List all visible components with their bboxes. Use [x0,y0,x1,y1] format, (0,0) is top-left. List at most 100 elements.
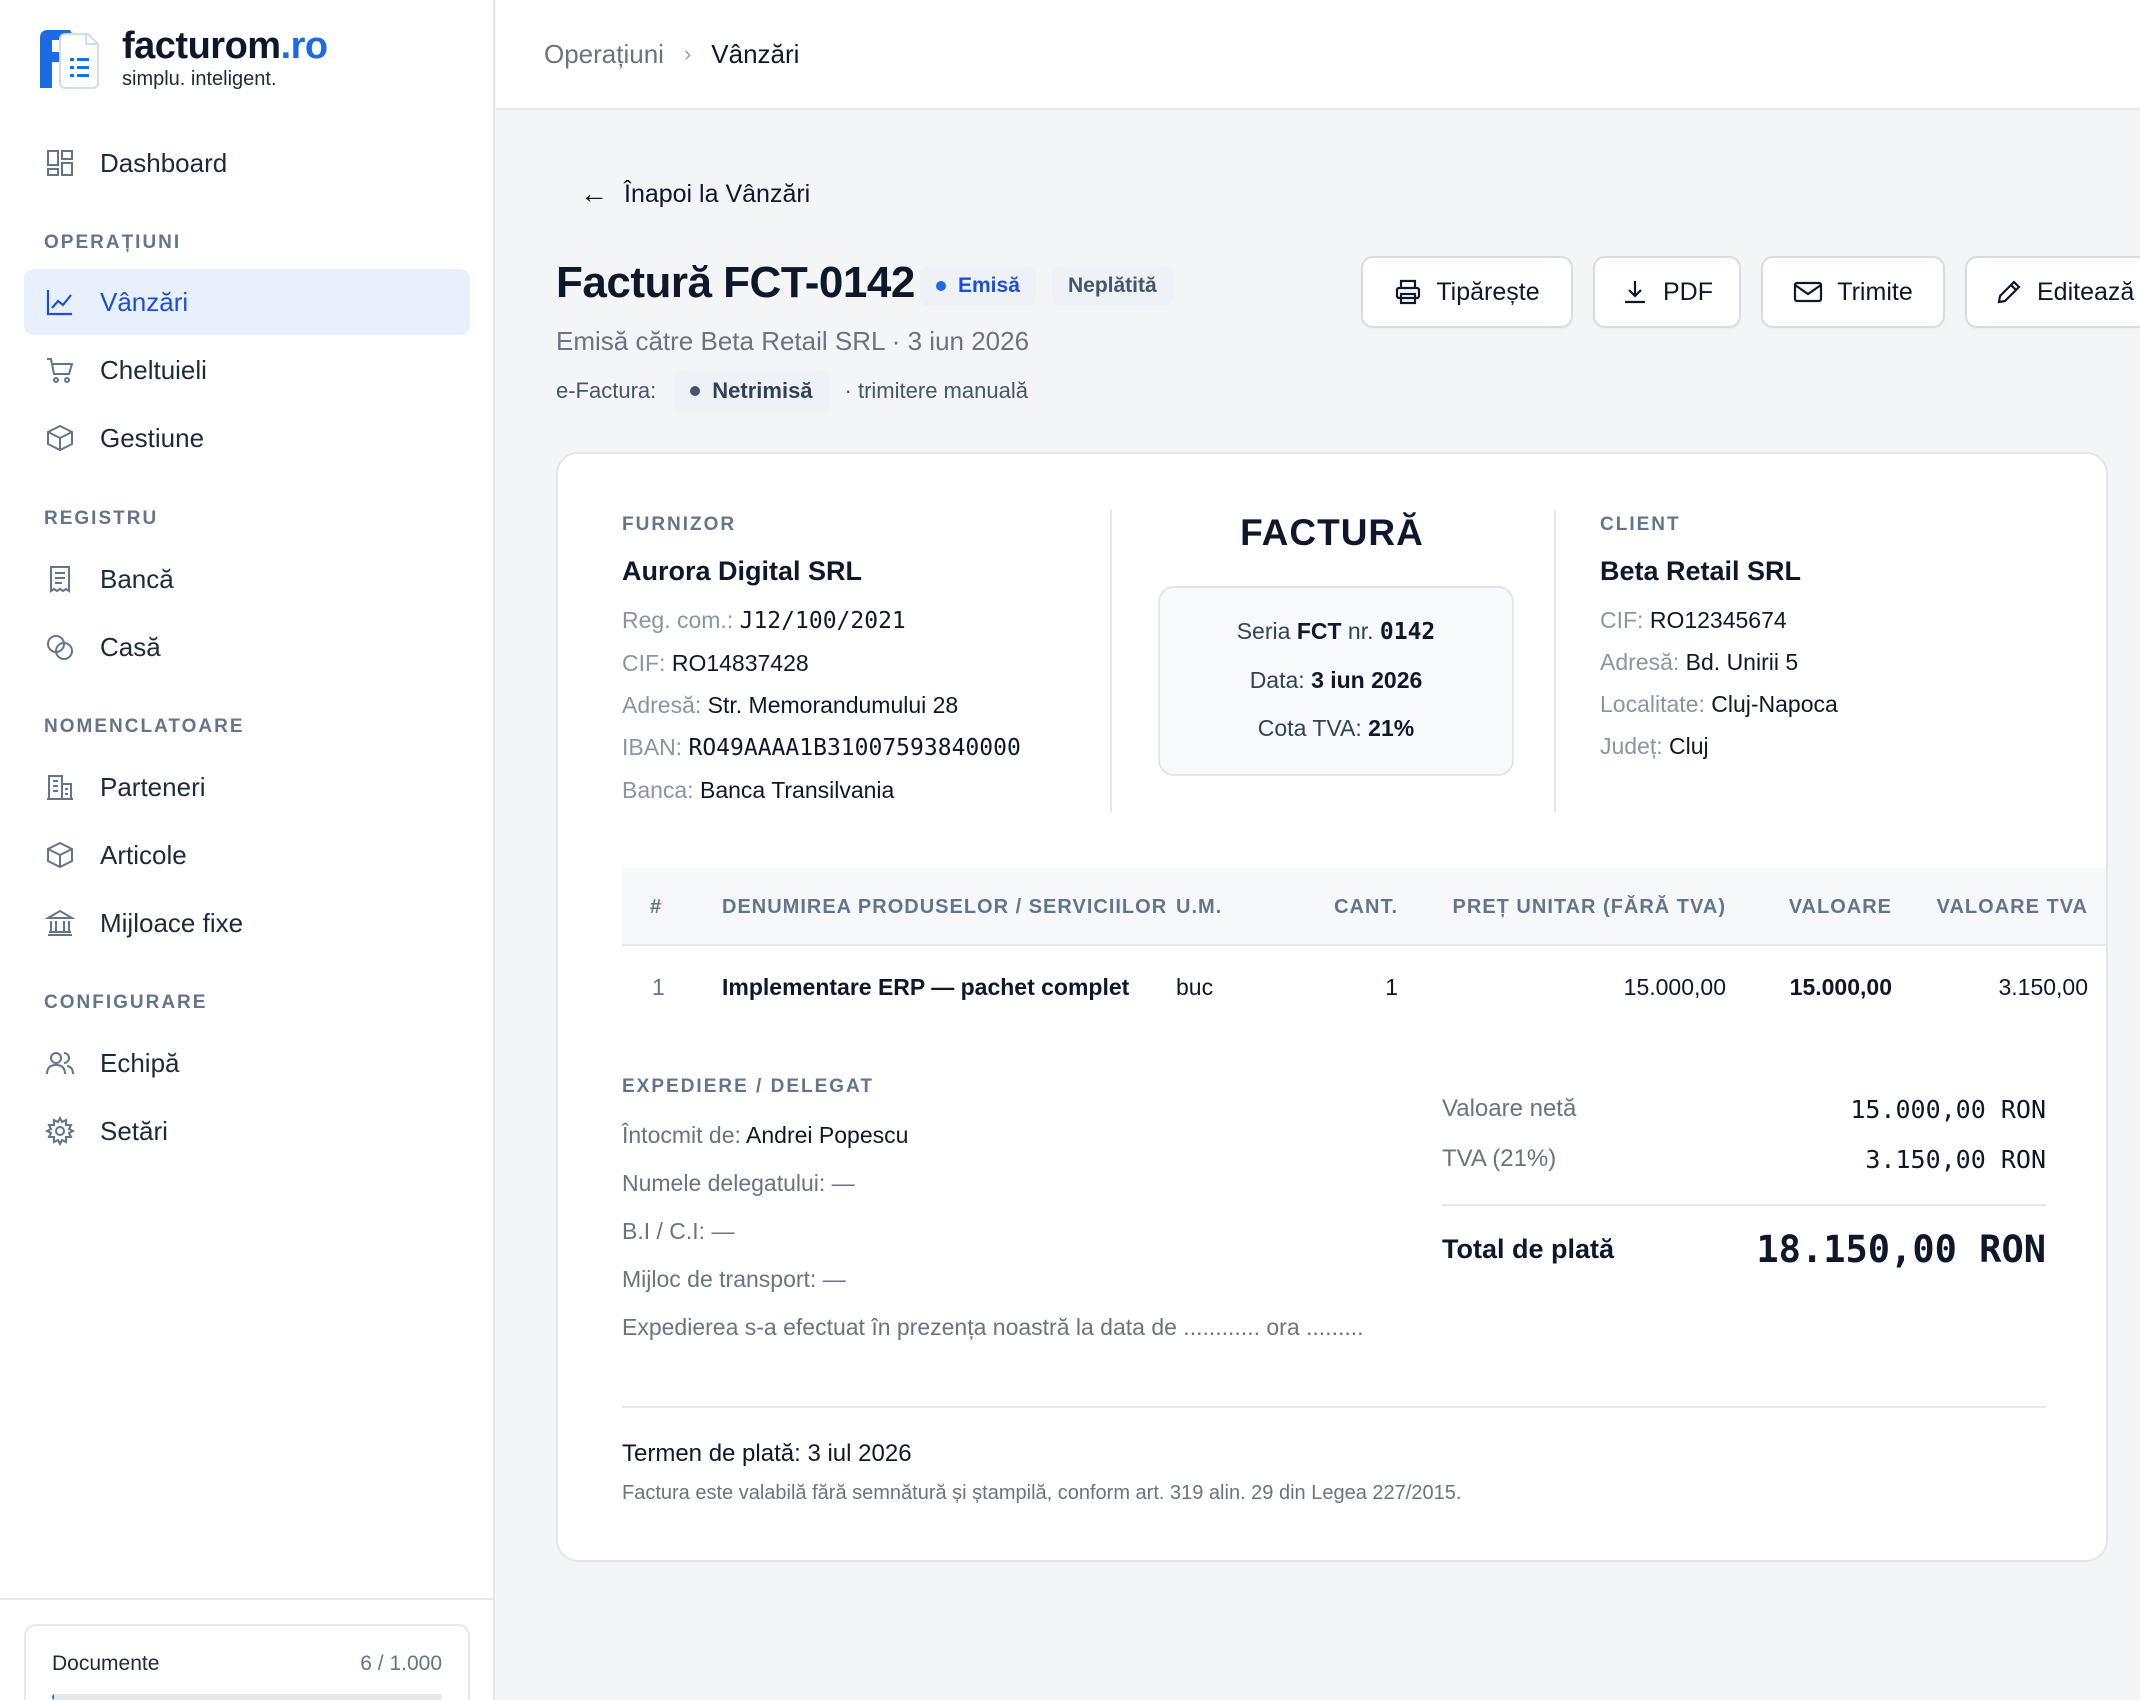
sidebar-item-casa[interactable]: Casă [24,614,470,680]
topbar: Operațiuni › Vânzări [496,0,2140,110]
supplier-block: FURNIZOR Aurora Digital SRL Reg. com.: J… [622,514,1092,803]
documents-progress-fill [52,1694,55,1700]
row-quantity: 1 [1385,974,1398,1000]
row-unit-price: 15.000,00 [1623,974,1726,1000]
print-button[interactable]: Tipărește [1361,256,1573,328]
sidebar-divider [0,1598,493,1600]
pencil-icon [1995,278,2023,306]
sidebar-item-articole[interactable]: Articole [24,822,470,888]
nav-section-configurare: CONFIGURARE [44,992,208,1013]
client-city: Localitate: Cluj-Napoca [1600,691,1838,717]
table-header: # DENUMIREA PRODUSELOR / SERVICIILOR U.M… [622,868,2106,946]
payment-status-badge: Neplătită [1052,266,1173,306]
sidebar-item-label: Bancă [100,563,174,594]
invoice-card: FURNIZOR Aurora Digital SRL Reg. com.: J… [556,452,2108,1562]
documents-usage: Documente 6 / 1.000 [24,1624,470,1700]
sidebar: facturom.ro simplu. inteligent. Dashboar… [0,0,495,1700]
sidebar-item-banca[interactable]: Bancă [24,546,470,612]
documents-progress-bar [52,1694,442,1700]
client-cif: CIF: RO12345674 [1600,607,1787,633]
box-icon [44,839,76,871]
shipping-note: Expedierea s-a efectuat în prezența noas… [622,1314,1364,1340]
invoice-date: Data: 3 iun 2026 [1249,667,1423,693]
sidebar-item-mijloace-fixe[interactable]: Mijloace fixe [24,890,470,956]
column-header: CANT. [1334,896,1398,918]
efactura-badge: Netrimisă [674,370,829,412]
divider [1442,1204,2046,1206]
page-title: Factură FCT-0142 [556,258,915,307]
chevron-right-icon: › [683,41,692,66]
sidebar-item-parteneri[interactable]: Parteneri [24,754,470,820]
status-badge: Emisă [920,266,1036,306]
row-vat-value: 3.150,00 [1998,974,2088,1000]
sidebar-item-label: Dashboard [100,147,228,178]
edit-button[interactable]: Editează [1965,256,2140,328]
efactura-note: · trimitere manuală [844,378,1028,403]
supplier-label: FURNIZOR [622,514,737,535]
shipping-label: EXPEDIERE / DELEGAT [622,1076,874,1097]
column-header: VALOARE TVA [1936,896,2088,918]
sidebar-item-label: Gestiune [100,422,205,453]
efactura-label: e-Factura: [556,378,657,403]
legal-note: Factura este valabilă fără semnătură și … [622,1482,1462,1504]
supplier-reg: Reg. com.: J12/100/2021 [622,607,906,634]
pdf-button[interactable]: PDF [1593,256,1741,328]
sidebar-item-label: Cheltuieli [100,354,207,385]
supplier-bank: Banca: Banca Transilvania [622,777,895,803]
total-row: Total de plată 18.150,00 RON [1442,1228,2046,1271]
row-value: 15.000,00 [1789,974,1892,1000]
receipt-icon [44,563,76,595]
back-link[interactable]: ← Înapoi la Vânzări [580,178,810,210]
invoice-series: Seria FCT nr. 0142 [1236,618,1436,645]
box-icon [44,422,76,454]
column-header: # [650,896,663,918]
column-header: VALOARE [1788,896,1892,918]
download-icon [1621,278,1649,306]
divider [1554,510,1556,812]
sidebar-item-label: Setări [100,1115,168,1146]
coins-icon [44,631,76,663]
supplier-iban: IBAN: RO49AAAA1B31007593840000 [622,734,1021,761]
vat-row: TVA (21%) 3.150,00 RON [1442,1144,2046,1174]
nav-section-operatiuni: OPERAȚIUNI [44,232,182,253]
printer-icon [1394,278,1422,306]
client-county: Județ: Cluj [1600,733,1709,759]
column-header: PREȚ UNITAR (FĂRĂ TVA) [1452,896,1726,918]
breadcrumb-parent[interactable]: Operațiuni [544,39,664,70]
arrow-left-icon: ← [580,178,608,209]
sidebar-item-vanzari[interactable]: Vânzări [24,269,470,335]
send-button[interactable]: Trimite [1761,256,1945,328]
invoice-vat-rate: Cota TVA: 21% [1257,715,1415,741]
delegate-name: Numele delegatului: — [622,1170,855,1196]
client-label: CLIENT [1600,514,1681,535]
transport: Mijloc de transport: — [622,1266,846,1292]
logo[interactable]: facturom.ro simplu. inteligent. [36,26,328,91]
sidebar-item-label: Articole [100,839,187,870]
sidebar-item-label: Echipă [100,1047,180,1078]
row-index: 1 [652,974,665,1000]
sidebar-item-gestiune[interactable]: Gestiune [24,405,470,471]
supplier-cif: CIF: RO14837428 [622,650,809,676]
logo-icon [36,28,102,90]
payment-term: Termen de plată: 3 iul 2026 [622,1440,912,1467]
status-dot-icon [690,386,701,396]
back-link-label: Înapoi la Vânzări [624,179,811,208]
column-header: DENUMIREA PRODUSELOR / SERVICIILOR [722,896,1168,918]
client-address: Adresă: Bd. Unirii 5 [1600,649,1799,675]
documents-count: 6 / 1.000 [360,1652,442,1675]
dashboard-icon [44,147,76,179]
gear-icon [44,1115,76,1147]
totals-block: Valoare netă 15.000,00 RON TVA (21%) 3.150… [1442,1084,2046,1271]
chart-line-icon [44,286,76,318]
sidebar-item-setari[interactable]: Setări [24,1098,470,1164]
sidebar-item-label: Casă [100,631,161,662]
sidebar-item-dashboard[interactable]: Dashboard [24,130,470,196]
brand-tagline: simplu. inteligent. [122,68,277,90]
sidebar-item-echipa[interactable]: Echipă [24,1030,470,1096]
efactura-status: e-Factura: Netrimisă · trimitere manuală [556,370,1028,412]
column-header: U.M. [1176,896,1223,918]
sidebar-item-label: Parteneri [100,771,206,802]
nav-section-nomenclatoare: NOMENCLATOARE [44,716,245,737]
sidebar-item-cheltuieli[interactable]: Cheltuieli [24,337,470,403]
supplier-address: Adresă: Str. Memorandumului 28 [622,692,959,718]
